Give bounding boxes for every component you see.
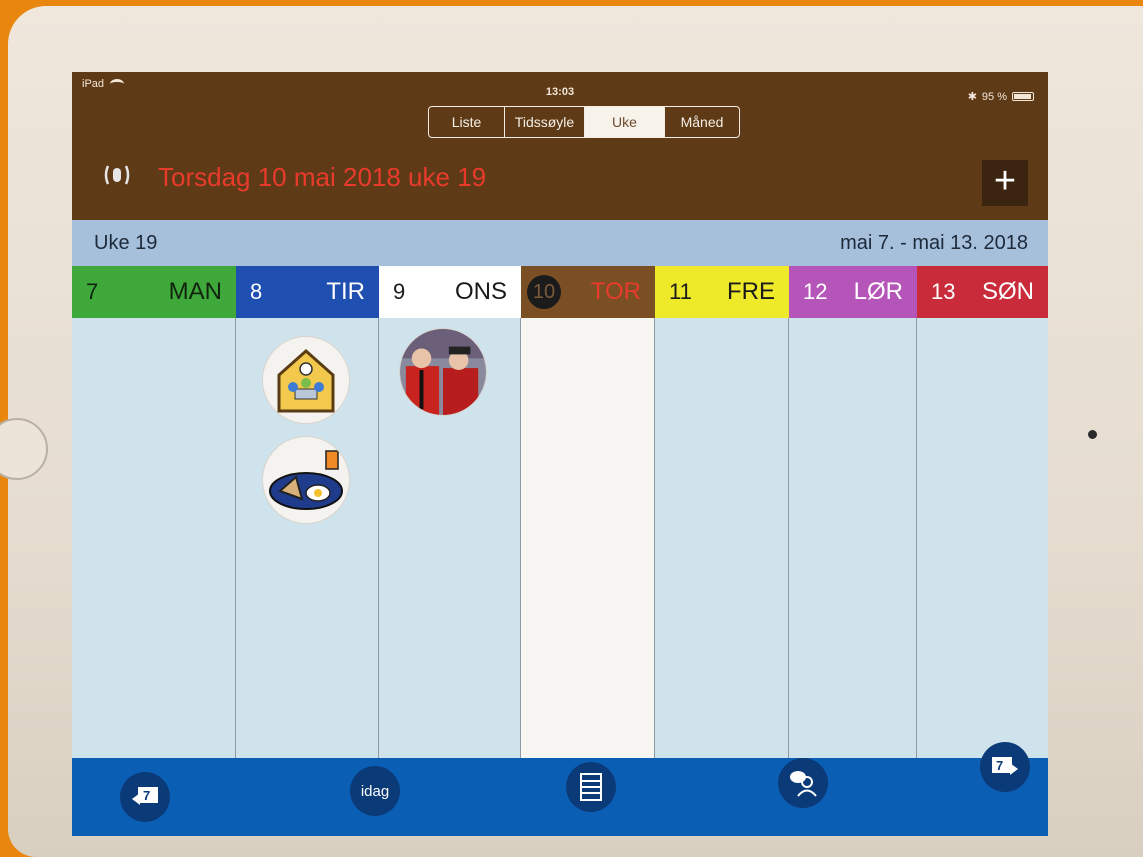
tab-tidssoyle[interactable]: Tidssøyle [505, 107, 585, 137]
photo-icon [400, 329, 486, 415]
view-switcher: Liste Tidssøyle Uke Måned [428, 106, 740, 138]
day-number: 9 [393, 279, 406, 304]
day-header-fre[interactable]: 11 FRE [655, 266, 789, 318]
day-column-man[interactable] [72, 318, 236, 758]
status-right: ✱ 95 % [968, 90, 1034, 103]
meeting-icon [277, 348, 335, 413]
day-number: 11 [669, 279, 692, 304]
day-column-tir[interactable] [236, 318, 379, 758]
day-number: 8 [250, 279, 263, 304]
day-number: 7 [86, 279, 99, 304]
day-header-lor[interactable]: 12 LØR [789, 266, 917, 318]
activity-meeting[interactable] [262, 336, 350, 424]
day-header-man[interactable]: 7 MAN [72, 266, 236, 318]
tab-liste[interactable]: Liste [429, 107, 505, 137]
next-week-icon: 7 [992, 757, 1018, 775]
day-column-fre[interactable] [655, 318, 789, 758]
day-number: 12 [803, 279, 828, 304]
day-header-ons[interactable]: 9 ONS [379, 266, 521, 318]
day-header-tir[interactable]: 8 TIR [236, 266, 379, 318]
day-name: LØR [853, 278, 903, 305]
breakfast-icon [269, 450, 343, 510]
day-header-son[interactable]: 13 SØN [917, 266, 1048, 318]
today-label: idag [360, 782, 390, 800]
people-chat-icon [790, 771, 817, 797]
next-week-button[interactable]: 7 [980, 742, 1030, 792]
today-button[interactable]: idag [350, 766, 400, 816]
bluetooth-icon: ✱ [967, 91, 977, 103]
battery-icon [1012, 92, 1034, 101]
activity-photo[interactable] [399, 328, 487, 416]
ipad-frame: iPad 13:03 ✱ 95 % Liste Tidssøyle Uke Må… [0, 6, 1143, 857]
status-time: 13:03 [545, 86, 575, 98]
activity-breakfast[interactable] [262, 436, 350, 524]
tab-uke[interactable]: Uke [585, 107, 665, 137]
add-activity-button[interactable]: + [982, 160, 1028, 206]
week-grid [72, 318, 1048, 758]
day-column-lor[interactable] [789, 318, 917, 758]
status-bar: iPad 13:03 ✱ 95 % [72, 72, 1048, 103]
day-name: SØN [981, 278, 1034, 305]
screen: iPad 13:03 ✱ 95 % Liste Tidssøyle Uke Må… [72, 72, 1048, 836]
week-bar: Uke 19 mai 7. - mai 13. 2018 [72, 220, 1048, 266]
bottom-toolbar: 7 idag 7 [72, 742, 1048, 836]
page-title: Torsdag 10 mai 2018 uke 19 [158, 162, 487, 192]
week-range: mai 7. - mai 13. 2018 [840, 232, 1028, 254]
day-name: MAN [168, 278, 222, 305]
previous-week-button[interactable]: 7 [120, 772, 170, 822]
day-number: 13 [931, 279, 956, 304]
day-header-tor[interactable]: 10 TOR [521, 266, 655, 318]
day-column-son[interactable] [917, 318, 1048, 758]
battery-percent: 95 % [981, 90, 1007, 103]
next-week-label: 7 [996, 758, 1003, 773]
previous-week-label: 7 [143, 788, 150, 803]
day-number: 10 [527, 275, 561, 309]
day-header-row: 7 MAN 8 TIR 9 ONS 10 TOR 11 FRE 12 LØR 1… [72, 266, 1048, 318]
day-name: TOR [590, 278, 641, 305]
participants-button[interactable] [778, 758, 828, 808]
list-view-button[interactable] [566, 762, 616, 812]
day-column-ons[interactable] [379, 318, 521, 758]
week-label: Uke 19 [94, 232, 158, 254]
day-name: TIR [326, 278, 365, 305]
home-button[interactable] [0, 418, 48, 480]
previous-week-icon: 7 [132, 787, 158, 805]
day-name: FRE [727, 278, 775, 305]
camera-dot [1088, 430, 1097, 439]
day-column-tor[interactable] [521, 318, 655, 758]
date-header: Torsdag 10 mai 2018 uke 19 + [72, 154, 1048, 214]
day-name: ONS [454, 278, 507, 305]
list-icon [580, 773, 602, 801]
tab-maned[interactable]: Måned [665, 107, 739, 137]
speaker-icon[interactable] [102, 160, 132, 190]
